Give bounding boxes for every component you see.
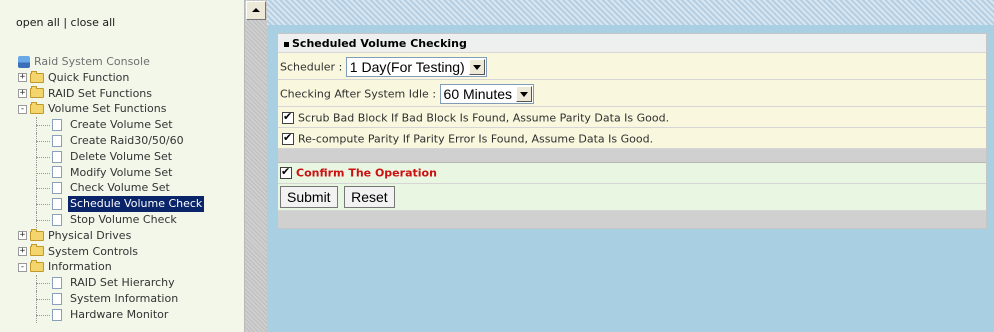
open-folder-icon [30,102,44,115]
main-content: Scheduled Volume Checking Scheduler : 1 … [267,0,994,332]
panel-title: Scheduled Volume Checking [292,37,467,50]
page-icon [52,213,62,226]
tree-folder-information[interactable]: - Information [18,259,204,275]
tree-folder-label: System Controls [48,244,139,258]
folder-icon [30,70,44,83]
tree-item-label: Schedule Volume Check [68,196,205,212]
tree-item-schedule-volume-check[interactable]: Schedule Volume Check [18,196,205,212]
tree-item-check-volume-set[interactable]: Check Volume Set [18,180,204,196]
tree-item-create-volume-set[interactable]: Create Volume Set [18,117,204,133]
navigation-tree: Raid System Console + Quick Function + R… [18,54,205,323]
idle-label: Checking After System Idle : [280,87,437,101]
page-icon [52,292,62,305]
idle-row: Checking After System Idle : 60 Minutes [278,80,986,107]
tree-folder-raid-set-functions[interactable]: + RAID Set Functions [18,86,204,102]
tree-item-label: Check Volume Set [70,181,170,195]
collapse-icon[interactable]: - [18,262,27,272]
scheduled-volume-checking-panel: Scheduled Volume Checking Scheduler : 1 … [277,33,987,229]
tree-folder-system-controls[interactable]: + System Controls [18,244,204,260]
tree-folder-volume-set-functions[interactable]: - Volume Set Functions [18,101,204,117]
dropdown-arrow-icon[interactable] [468,59,485,75]
tree-folder-label: Physical Drives [48,228,132,242]
tree-folder-label: Information [48,260,112,274]
tree-folder-physical-drives[interactable]: + Physical Drives [18,228,204,244]
scheduler-label: Scheduler : [280,60,343,74]
reset-button[interactable]: Reset [344,186,395,208]
separator-bar [278,149,986,163]
submit-button[interactable]: Submit [280,186,338,208]
scrub-label: Scrub Bad Block If Bad Block Is Found, A… [298,111,670,125]
console-icon [18,55,30,68]
close-all-link[interactable]: close all [71,16,116,29]
tree-item-delete-volume-set[interactable]: Delete Volume Set [18,148,204,165]
tree-item-label: Create Volume Set [70,118,173,132]
link-separator: | [63,16,68,29]
tree-item-label: RAID Set Hierarchy [70,276,175,290]
page-icon [52,150,62,163]
header-strip [267,0,994,25]
tree-item-label: Create Raid30/50/60 [70,133,184,147]
page-icon [52,166,62,179]
tree-item-modify-volume-set[interactable]: Modify Volume Set [18,164,204,181]
confirm-label: Confirm The Operation [296,166,437,180]
tree-folder-label: Quick Function [48,70,130,84]
tree-controls: open all | close all [16,16,115,29]
navigation-pane: open all | close all Raid System Console… [0,0,244,332]
vertical-scrollbar[interactable] [244,0,267,332]
folder-icon [30,86,44,99]
panel-footer [278,211,986,228]
tree-item-raid-set-hierarchy[interactable]: RAID Set Hierarchy [18,275,204,291]
panel-header: Scheduled Volume Checking [278,34,986,53]
tree-item-label: Delete Volume Set [70,149,173,163]
page-icon [52,308,62,321]
confirm-row: Confirm The Operation [278,163,986,184]
idle-selected-value: 60 Minutes [443,86,513,102]
scrub-row: Scrub Bad Block If Bad Block Is Found, A… [278,107,986,128]
expand-icon[interactable]: + [18,246,27,256]
tree-item-label: Modify Volume Set [70,165,173,179]
button-row: Submit Reset [278,184,986,211]
recompute-label: Re-compute Parity If Parity Error Is Fou… [298,132,654,146]
tree-item-hardware-monitor[interactable]: Hardware Monitor [18,306,204,323]
tree-root-label: Raid System Console [34,55,150,68]
tree-item-label: System Information [70,291,179,305]
tree-folder-label: RAID Set Functions [48,86,153,100]
tree-folder-label: Volume Set Functions [48,102,167,116]
tree-folder-quick-function[interactable]: + Quick Function [18,70,204,86]
tree-root[interactable]: Raid System Console [18,54,204,70]
tree-item-label: Hardware Monitor [70,307,169,321]
recompute-row: Re-compute Parity If Parity Error Is Fou… [278,128,986,149]
confirm-checkbox[interactable] [280,165,292,179]
idle-select[interactable]: 60 Minutes [439,84,535,104]
open-all-link[interactable]: open all [16,16,60,29]
expand-icon[interactable]: + [18,73,27,83]
dropdown-arrow-icon[interactable] [516,86,533,102]
folder-icon [30,228,44,241]
recompute-checkbox[interactable] [282,131,294,145]
tree-item-stop-volume-check[interactable]: Stop Volume Check [18,211,204,228]
expand-icon[interactable]: + [18,88,27,98]
page-icon [52,119,62,132]
open-folder-icon [30,260,44,273]
tree-item-system-information[interactable]: System Information [18,290,204,307]
tree-item-create-raid30-50-60[interactable]: Create Raid30/50/60 [18,132,204,149]
scrub-checkbox[interactable] [282,110,294,124]
page-icon [52,277,62,290]
tree-item-label: Stop Volume Check [70,212,177,226]
bullet-icon [284,41,289,47]
page-icon [52,182,62,195]
page-icon [52,134,62,147]
scheduler-row: Scheduler : 1 Day(For Testing) [278,53,986,80]
scheduler-selected-value: 1 Day(For Testing) [349,59,465,75]
folder-icon [30,244,44,257]
page-icon [52,198,62,211]
scheduler-select[interactable]: 1 Day(For Testing) [345,57,487,77]
collapse-icon[interactable]: - [18,104,27,114]
expand-icon[interactable]: + [18,231,27,241]
scroll-up-button[interactable] [246,1,266,20]
